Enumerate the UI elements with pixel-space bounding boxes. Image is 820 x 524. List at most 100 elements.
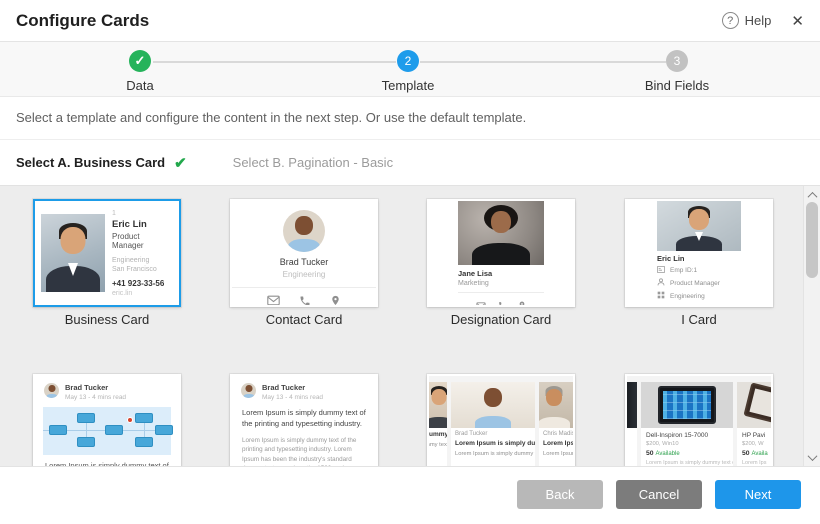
phone-icon	[498, 297, 507, 307]
product-description: Lorem Ipsum is simply dummy text of the	[641, 457, 733, 466]
slide-person-name: Chris Madison	[539, 428, 575, 437]
role-icon	[657, 278, 665, 288]
slide-text: mmy text of the	[427, 439, 447, 450]
slide-person-name: Brad Tucker	[451, 428, 535, 437]
mail-icon	[476, 297, 486, 307]
stepper-connector	[420, 61, 666, 63]
article-body: Lorem Ipsum is simply dummy text of the …	[232, 430, 376, 466]
template-contact-card[interactable]: Brad Tucker Engineering	[230, 199, 378, 307]
template-label-i-card: I Card	[625, 312, 773, 327]
product-specs: $200, W	[737, 439, 773, 447]
template-label-designation-card: Designation Card	[427, 312, 575, 327]
template-label-contact-card: Contact Card	[230, 312, 378, 327]
help-label: Help	[745, 13, 772, 28]
slide-title: dummy	[427, 428, 447, 439]
product-title: Dell-Inspiron 15-7000	[641, 428, 733, 439]
emp-id: Emp ID:1	[670, 267, 697, 274]
product-stock: 50 Available	[641, 447, 733, 457]
next-button[interactable]: Next	[715, 480, 801, 509]
template-article-card[interactable]: Brad Tucker May 13 - 4 mins read Lorem I…	[230, 374, 378, 466]
step-data-label: Data	[70, 78, 210, 93]
product-stock: 50 Availa	[737, 447, 773, 457]
person-photo	[657, 201, 741, 251]
post-meta: May 13 - 4 mins read	[262, 394, 323, 401]
person-photo	[539, 382, 575, 428]
phone-icon	[299, 295, 311, 307]
scrollbar-down-arrow[interactable]	[804, 450, 820, 464]
person-department: Engineering	[232, 270, 376, 279]
product-description: Lorem Ips	[737, 457, 773, 466]
dialog-footer: Back Cancel Next	[0, 466, 820, 524]
dialog-title: Configure Cards	[16, 11, 149, 31]
avatar	[241, 383, 256, 398]
person-name: Eric Lin	[112, 219, 173, 230]
person-name: Brad Tucker	[232, 257, 376, 267]
person-name: Eric Lin	[657, 254, 741, 263]
scrollbar-thumb[interactable]	[806, 202, 818, 278]
avatar	[44, 383, 59, 398]
template-people-carousel-card[interactable]: dummy mmy text of the Brad Tucker Lorem …	[427, 374, 575, 466]
tab-select-a-business-card[interactable]: Select A. Business Card ✔	[16, 154, 187, 172]
stepper: ✓ 2 3 Data Template Bind Fields	[0, 42, 820, 97]
flowchart-image	[43, 407, 171, 455]
person-role: Product Manager	[112, 232, 173, 250]
slide-title: Lorem Ipsum is simply dummy	[451, 437, 535, 448]
record-number: 1	[112, 210, 173, 217]
author-name: Brad Tucker	[65, 383, 126, 392]
instruction-text: Select a template and configure the cont…	[0, 97, 820, 140]
slide-text: Lorem Ipsum is simply dummy text of the	[451, 448, 535, 459]
product-title: HP Pavi	[737, 428, 773, 439]
person-city: San Francisco	[112, 266, 173, 273]
post-excerpt: Lorem Ipsum is simply dummy text of the …	[35, 455, 179, 466]
person-role: Product Manager	[670, 280, 720, 287]
mail-icon	[267, 295, 280, 306]
cancel-button[interactable]: Cancel	[616, 480, 702, 509]
help-icon: ?	[722, 12, 739, 29]
person-department: Engineering	[112, 257, 173, 264]
selector-tabs: Select A. Business Card ✔ Select B. Pagi…	[0, 140, 820, 186]
slide-title: Lorem Ipsum is a	[539, 437, 575, 448]
tab-select-b-pagination-basic[interactable]: Select B. Pagination - Basic	[233, 155, 393, 170]
person-photo	[427, 382, 447, 428]
template-gallery: 1 Eric Lin Product Manager Engineering S…	[0, 186, 820, 466]
product-specs: $200, Win10	[641, 439, 733, 447]
step-bind-fields-label: Bind Fields	[607, 78, 747, 93]
template-i-card[interactable]: Eric Lin Emp ID:1 Product Manager Engine…	[625, 199, 773, 307]
article-title: Lorem Ipsum is simply dummy text of the …	[232, 405, 376, 430]
template-label-business-card: Business Card	[33, 312, 181, 327]
badge-icon	[657, 266, 665, 275]
stepper-connector	[153, 61, 396, 63]
location-icon	[518, 297, 526, 307]
step-template-circle[interactable]: 2	[397, 50, 419, 72]
product-image	[737, 382, 773, 428]
vertical-scrollbar[interactable]	[803, 186, 820, 466]
product-image	[641, 382, 733, 428]
person-department: Marketing	[458, 280, 544, 287]
step-bind-fields-circle[interactable]: 3	[666, 50, 688, 72]
person-phone: +41 923-33-56	[112, 279, 173, 288]
template-designation-card[interactable]: Jane Lisa Marketing	[427, 199, 575, 307]
product-image	[625, 382, 637, 428]
check-icon: ✔	[174, 154, 187, 172]
help-button[interactable]: ? Help	[722, 12, 772, 29]
person-photo	[458, 201, 544, 265]
close-icon[interactable]: ✕	[791, 12, 804, 30]
dialog-header: Configure Cards ? Help ✕	[0, 0, 820, 42]
person-name: Jane Lisa	[458, 269, 544, 278]
template-product-carousel-card[interactable]: Dell-Inspiron 15-7000 $200, Win10 50 Ava…	[625, 374, 773, 466]
slide-text: Lorem Ipsum is sim	[539, 448, 575, 459]
template-blog-card[interactable]: Brad Tucker May 13 - 4 mins read Lorem I…	[33, 374, 181, 466]
back-button[interactable]: Back	[517, 480, 603, 509]
step-data-circle[interactable]: ✓	[129, 50, 151, 72]
tab-a-label: Select A. Business Card	[16, 155, 165, 170]
location-icon	[330, 294, 341, 307]
scrollbar-up-arrow[interactable]	[804, 188, 820, 202]
template-business-card[interactable]: 1 Eric Lin Product Manager Engineering S…	[33, 199, 181, 307]
department-icon	[657, 291, 665, 301]
person-photo	[41, 214, 105, 292]
person-email: eric.lin	[112, 290, 173, 297]
step-template-label: Template	[338, 78, 478, 93]
author-name: Brad Tucker	[262, 383, 323, 392]
person-photo	[451, 382, 535, 428]
post-meta: May 13 - 4 mins read	[65, 394, 126, 401]
